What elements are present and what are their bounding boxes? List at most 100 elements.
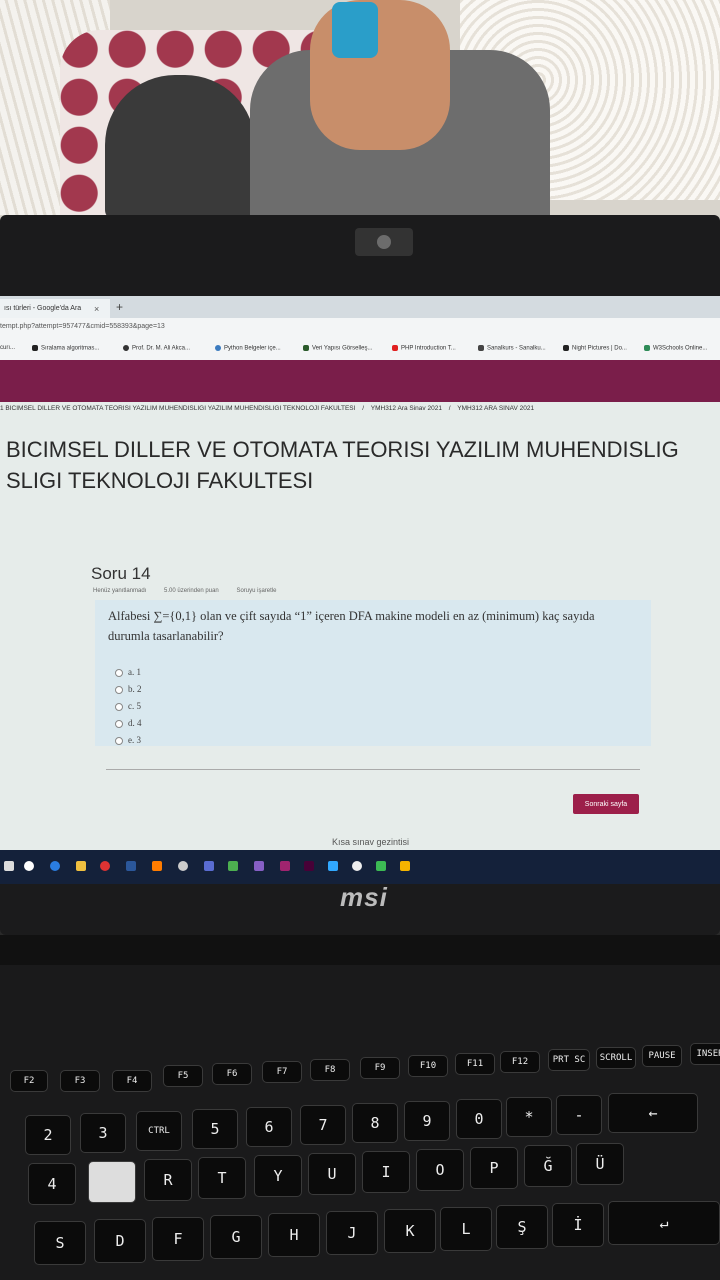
phone	[332, 2, 378, 58]
key-f4[interactable]: F4	[112, 1070, 152, 1092]
key-f3[interactable]: F3	[60, 1070, 100, 1092]
key-ctrl[interactable]: CTRL	[136, 1111, 182, 1151]
breadcrumb-item[interactable]: 1 BICIMSEL DILLER VE OTOMATA TEORISI YAZ…	[0, 405, 355, 412]
bookmark-item[interactable]: curı...	[0, 345, 15, 351]
app-icon[interactable]	[178, 861, 188, 871]
app-icon[interactable]	[204, 861, 214, 871]
chrome-icon[interactable]	[352, 861, 362, 871]
key-j[interactable]: J	[326, 1211, 378, 1255]
breadcrumb-item[interactable]: YMH312 ARA SINAV 2021	[457, 405, 534, 412]
key-f[interactable]: F	[152, 1217, 204, 1261]
key-d[interactable]: D	[94, 1219, 146, 1263]
key-f12[interactable]: F12	[500, 1051, 540, 1073]
key-4[interactable]: 4	[28, 1163, 76, 1205]
radio-button[interactable]	[115, 685, 123, 694]
quiz-navigation-link[interactable]: Kısa sınav gezintisi	[332, 837, 409, 847]
answer-option-c[interactable]: c. 5	[115, 701, 141, 711]
close-icon[interactable]: ×	[94, 304, 99, 314]
app-icon[interactable]	[376, 861, 386, 871]
key-p[interactable]: P	[470, 1147, 518, 1189]
key-k[interactable]: K	[384, 1209, 436, 1253]
flag-question-link[interactable]: Soruyu işaretle	[236, 588, 276, 594]
key-insert[interactable]: INSER	[690, 1043, 720, 1065]
radio-button[interactable]	[115, 702, 123, 711]
key-f6[interactable]: F6	[212, 1063, 252, 1085]
key-prtsc[interactable]: PRT SC	[548, 1049, 590, 1071]
folder-icon[interactable]	[76, 861, 86, 871]
key-missing[interactable]	[88, 1161, 136, 1203]
bookmark-item[interactable]: Sanalkurs - Sanalku...	[478, 345, 546, 352]
key-f8[interactable]: F8	[310, 1059, 350, 1081]
new-tab-icon[interactable]: +	[116, 300, 123, 314]
answer-option-d[interactable]: d. 4	[115, 718, 142, 728]
search-icon[interactable]	[24, 861, 34, 871]
key-l[interactable]: L	[440, 1207, 492, 1251]
app-icon[interactable]	[228, 861, 238, 871]
next-page-button[interactable]: Sonraki sayfa	[573, 794, 639, 814]
answer-option-e[interactable]: e. 3	[115, 735, 141, 745]
key-o[interactable]: O	[416, 1149, 464, 1191]
key-minus[interactable]: -	[556, 1095, 602, 1135]
start-icon[interactable]	[4, 861, 14, 871]
word-icon[interactable]	[126, 861, 136, 871]
key-h[interactable]: H	[268, 1213, 320, 1257]
divider	[106, 769, 640, 770]
key-f11[interactable]: F11	[455, 1053, 495, 1075]
bookmark-item[interactable]: W3Schools Online...	[644, 345, 707, 352]
key-y[interactable]: Y	[254, 1155, 302, 1197]
key-t[interactable]: T	[198, 1157, 246, 1199]
breadcrumb-separator: /	[362, 405, 365, 412]
key-9[interactable]: 9	[404, 1101, 450, 1141]
key-f10[interactable]: F10	[408, 1055, 448, 1077]
key-0[interactable]: 0	[456, 1099, 502, 1139]
key-f9[interactable]: F9	[360, 1057, 400, 1079]
dreamweaver-icon[interactable]	[304, 861, 314, 871]
key-enter[interactable]: ↵	[608, 1201, 720, 1245]
answer-option-a[interactable]: a. 1	[115, 667, 141, 677]
key-2[interactable]: 2	[25, 1115, 71, 1155]
answer-option-b[interactable]: b. 2	[115, 684, 142, 694]
bookmark-item[interactable]: Prof. Dr. M. Ali Akca...	[123, 345, 190, 352]
bookmark-item[interactable]: Veri Yapısı Görselleş...	[303, 345, 372, 352]
breadcrumb-item[interactable]: YMH312 Ara Sinav 2021	[371, 405, 442, 412]
key-8[interactable]: 8	[352, 1103, 398, 1143]
key-f2[interactable]: F2	[10, 1070, 48, 1092]
key-f7[interactable]: F7	[262, 1061, 302, 1083]
visual-studio-icon[interactable]	[254, 861, 264, 871]
key-u[interactable]: U	[308, 1153, 356, 1195]
illustrator-icon[interactable]	[152, 861, 162, 871]
key-6[interactable]: 6	[246, 1107, 292, 1147]
key-f5[interactable]: F5	[163, 1065, 203, 1087]
key-i[interactable]: I	[362, 1151, 410, 1193]
photoshop-icon[interactable]	[328, 861, 338, 871]
address-bar[interactable]: tempt.php?attempt=957477&cmid=558393&pag…	[0, 318, 720, 338]
bookmark-item[interactable]: PHP Introduction T...	[392, 345, 456, 352]
edge-icon[interactable]	[50, 861, 60, 871]
radio-button[interactable]	[115, 668, 123, 677]
radio-button[interactable]	[115, 719, 123, 728]
key-scroll-lock[interactable]: SCROLL	[596, 1047, 636, 1069]
key-5[interactable]: 5	[192, 1109, 238, 1149]
key-g[interactable]: G	[210, 1215, 262, 1259]
question-status: Henüz yanıtlanmadı	[93, 588, 147, 594]
bookmark-item[interactable]: Night Pictures | Do...	[563, 345, 627, 352]
key-s-cedilla[interactable]: Ş	[496, 1205, 548, 1249]
key-backspace[interactable]: ←	[608, 1093, 698, 1133]
url-text[interactable]: tempt.php?attempt=957477&cmid=558393&pag…	[0, 323, 165, 330]
key-i-dotted[interactable]: İ	[552, 1203, 604, 1247]
browser-tab[interactable]: ısı türleri - Google'da Ara ×	[0, 299, 110, 318]
bookmark-item[interactable]: Sıralama algoritmas...	[32, 345, 99, 352]
opera-icon[interactable]	[100, 861, 110, 871]
key-s[interactable]: S	[34, 1221, 86, 1265]
bookmark-item[interactable]: Python Belgeler içe...	[215, 345, 281, 352]
xd-icon[interactable]	[280, 861, 290, 871]
key-7[interactable]: 7	[300, 1105, 346, 1145]
key-star[interactable]: *	[506, 1097, 552, 1137]
key-pause[interactable]: PAUSE	[642, 1045, 682, 1067]
radio-button[interactable]	[115, 736, 123, 745]
key-3[interactable]: 3	[80, 1113, 126, 1153]
app-icon[interactable]	[400, 861, 410, 871]
key-r[interactable]: R	[144, 1159, 192, 1201]
key-g-breve[interactable]: Ğ	[524, 1145, 572, 1187]
key-u-umlaut[interactable]: Ü	[576, 1143, 624, 1185]
